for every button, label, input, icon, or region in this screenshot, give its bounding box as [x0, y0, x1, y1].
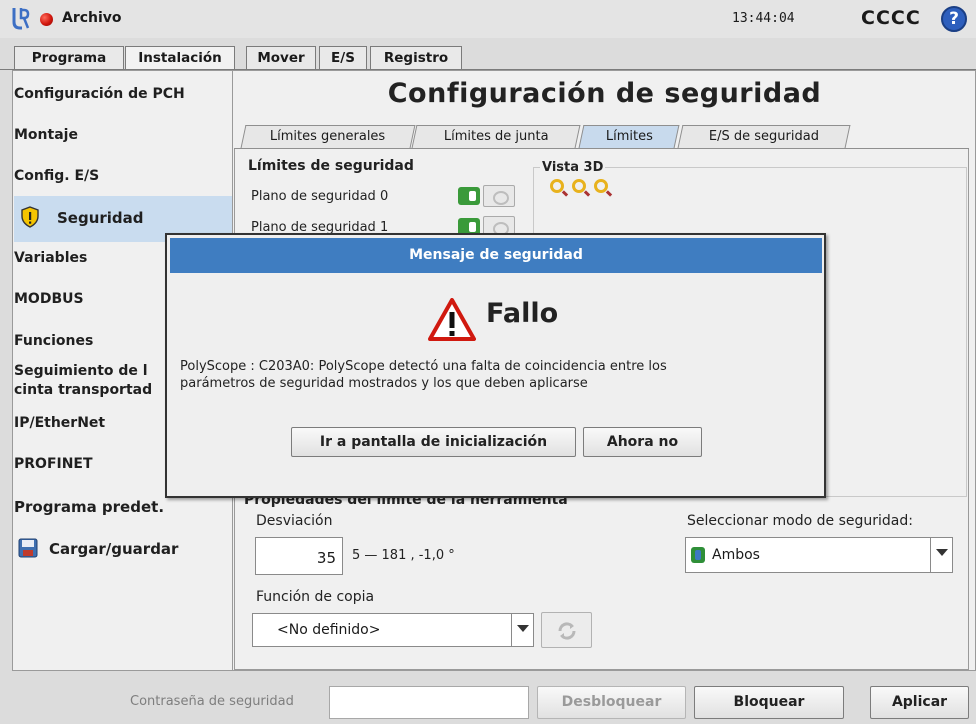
zoom-in-icon[interactable]: [550, 179, 564, 193]
sidebar-item-config-es[interactable]: Config. E/S: [14, 168, 232, 184]
robot-name: CCCC: [861, 7, 921, 29]
chevron-down-icon[interactable]: [930, 538, 952, 572]
tab-es[interactable]: E/S: [319, 46, 367, 69]
clock: 13:44:04: [732, 11, 795, 26]
dialog-message-line1: PolyScope : C203A0: PolyScope detectó un…: [180, 359, 667, 374]
page-title: Configuración de seguridad: [387, 78, 822, 109]
copy-function-label: Función de copia: [256, 589, 375, 605]
sidebar-item-cargar-guardar[interactable]: Cargar/guardar: [49, 540, 229, 558]
sidebar-item-seguridad[interactable]: Seguridad: [57, 209, 227, 227]
lock-button[interactable]: Bloquear: [694, 686, 844, 719]
safety-mode-label: Seleccionar modo de seguridad:: [687, 513, 913, 529]
plane-0-eye-icon[interactable]: [483, 185, 515, 207]
limits-heading: Límites de seguridad: [248, 158, 414, 174]
tab-limites[interactable]: Límites: [578, 125, 680, 148]
sidebar-item-pch[interactable]: Configuración de PCH: [14, 86, 232, 102]
dialog-title: Mensaje de seguridad: [170, 238, 822, 273]
not-now-button[interactable]: Ahora no: [583, 427, 702, 457]
dialog-message: PolyScope : C203A0: PolyScope detectó un…: [180, 358, 800, 392]
deviation-input[interactable]: 35: [255, 537, 343, 575]
copy-function-value: <No definido>: [277, 622, 381, 638]
tab-es-seguridad[interactable]: E/S de seguridad: [677, 125, 851, 148]
sidebar-item-programa-predet[interactable]: Programa predet.: [14, 498, 232, 516]
chevron-down-icon[interactable]: [511, 614, 533, 646]
top-bar: [0, 0, 976, 38]
sidebar-item-montaje[interactable]: Montaje: [14, 127, 232, 143]
zoom-fit-icon[interactable]: [572, 179, 586, 193]
tab-mover[interactable]: Mover: [246, 46, 316, 69]
password-input[interactable]: [329, 686, 529, 719]
deviation-range: 5 — 181 , -1,0 °: [352, 548, 455, 563]
unlock-button[interactable]: Desbloquear: [537, 686, 686, 719]
file-menu[interactable]: Archivo: [62, 10, 122, 26]
plane-0-label[interactable]: Plano de seguridad 0: [251, 189, 388, 204]
save-icon: [18, 538, 38, 558]
deviation-label: Desviación: [256, 513, 333, 529]
refresh-icon: [558, 622, 576, 640]
plane-0-toggle[interactable]: [458, 187, 480, 205]
warning-icon: [428, 298, 476, 341]
safety-mode-icon: [691, 547, 705, 563]
dialog-message-line2: parámetros de seguridad mostrados y los …: [180, 376, 588, 391]
password-label: Contraseña de seguridad: [130, 694, 294, 709]
safety-mode-select[interactable]: Ambos: [685, 537, 953, 573]
tab-instalacion[interactable]: Instalación: [125, 46, 235, 70]
zoom-out-icon[interactable]: [594, 179, 608, 193]
copy-function-select[interactable]: <No definido>: [252, 613, 534, 647]
robot-status-icon[interactable]: [40, 13, 53, 26]
go-to-init-button[interactable]: Ir a pantalla de inicialización: [291, 427, 576, 457]
tab-limites-junta[interactable]: Límites de junta: [411, 125, 581, 148]
help-icon[interactable]: ?: [941, 6, 967, 32]
tab-limites-generales[interactable]: Límites generales: [240, 125, 416, 148]
dialog-heading: Fallo: [486, 298, 559, 329]
view-3d-heading: Vista 3D: [540, 160, 606, 175]
tab-registro[interactable]: Registro: [370, 46, 462, 69]
shield-warning-icon: [21, 206, 39, 228]
apply-button[interactable]: Aplicar: [870, 686, 969, 719]
tab-programa[interactable]: Programa: [14, 46, 124, 69]
ur-logo-icon: [12, 8, 30, 30]
safety-mode-value: Ambos: [712, 547, 760, 563]
refresh-button[interactable]: [541, 612, 592, 648]
